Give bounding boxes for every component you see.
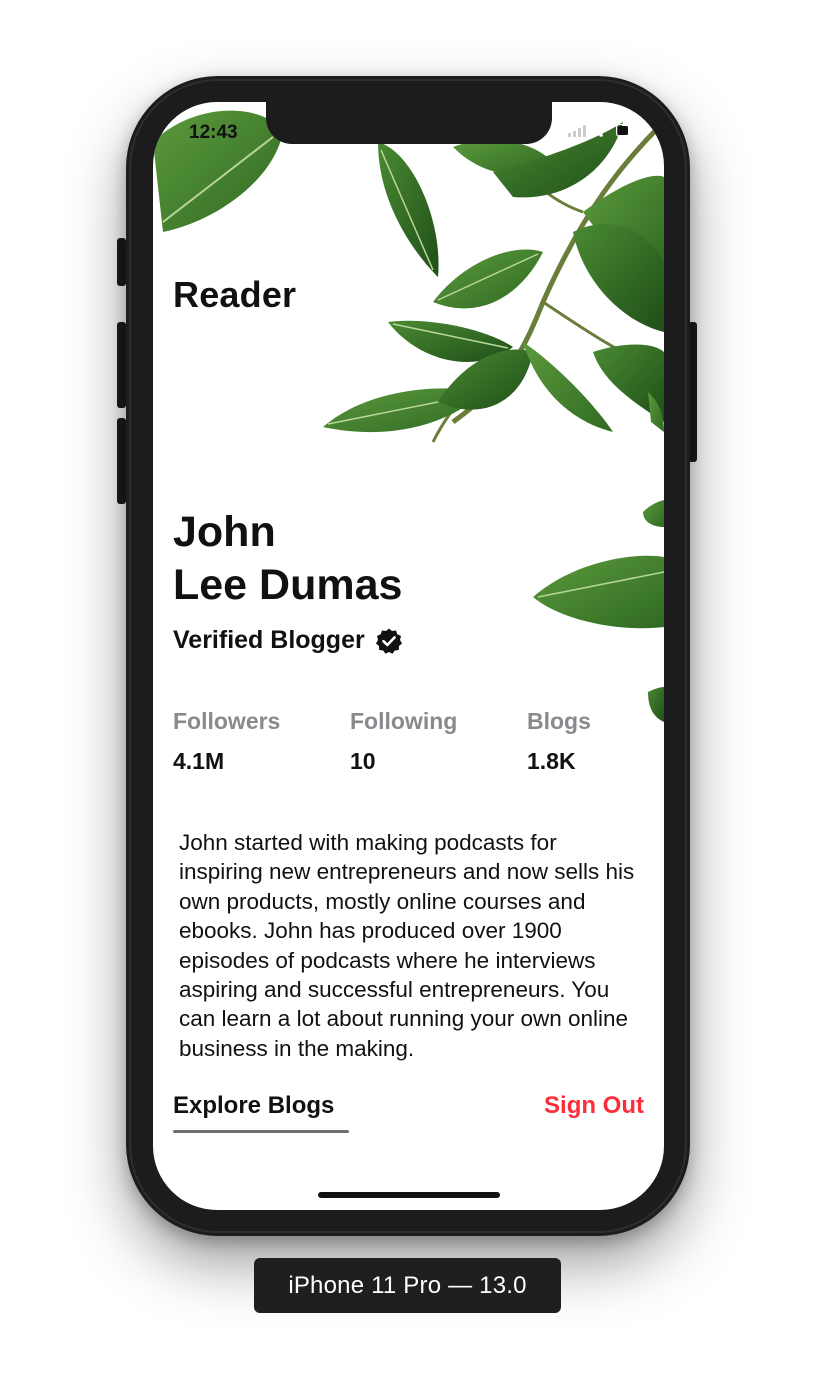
stat-value: 4.1M: [173, 748, 225, 774]
verified-badge: Verified Blogger: [173, 626, 403, 655]
profile-bio-scroll[interactable]: John started with making podcasts for in…: [179, 828, 641, 1074]
bio-fade-overlay: [179, 1058, 641, 1074]
explore-tab-underline: [173, 1130, 349, 1133]
wifi-icon: [592, 124, 610, 137]
simulator-device-label: iPhone 11 Pro — 13.0: [254, 1258, 561, 1313]
stat-label: Following: [350, 708, 458, 734]
simulator-stage: 12:43 Reader John Lee Dumas Verified Blo…: [0, 0, 816, 1386]
app-title: Reader: [173, 274, 297, 315]
profile-bio-text: John started with making podcasts for in…: [179, 830, 635, 1061]
silent-switch: [117, 238, 126, 286]
volume-down-button: [117, 418, 126, 504]
explore-blogs-tab[interactable]: Explore Blogs: [173, 1092, 334, 1120]
stat-value: 10: [350, 748, 376, 774]
stat-label: Followers: [173, 708, 281, 734]
phone-screen: 12:43 Reader John Lee Dumas Verified Blo…: [153, 102, 664, 1210]
profile-content: Reader John Lee Dumas Verified Blogger F…: [153, 102, 664, 1210]
profile-last-name: Lee Dumas: [173, 561, 403, 609]
stat-value: 1.8K: [527, 748, 576, 774]
status-icons: [568, 124, 642, 137]
verified-check-icon: [375, 628, 402, 654]
home-indicator[interactable]: [318, 1192, 500, 1198]
status-time: 12:43: [189, 122, 238, 143]
battery-icon: [616, 124, 642, 137]
stat-following[interactable]: Following 10: [350, 708, 457, 775]
signal-icon: [568, 124, 586, 137]
volume-up-button: [117, 322, 126, 408]
stat-blogs[interactable]: Blogs 1.8K: [527, 708, 591, 775]
sign-out-button[interactable]: Sign Out: [544, 1092, 644, 1120]
profile-first-name: John: [173, 508, 276, 556]
camera-notch: [266, 102, 552, 144]
verified-label: Verified Blogger: [173, 626, 365, 654]
stat-label: Blogs: [527, 708, 591, 734]
stat-followers[interactable]: Followers 4.1M: [173, 708, 280, 775]
